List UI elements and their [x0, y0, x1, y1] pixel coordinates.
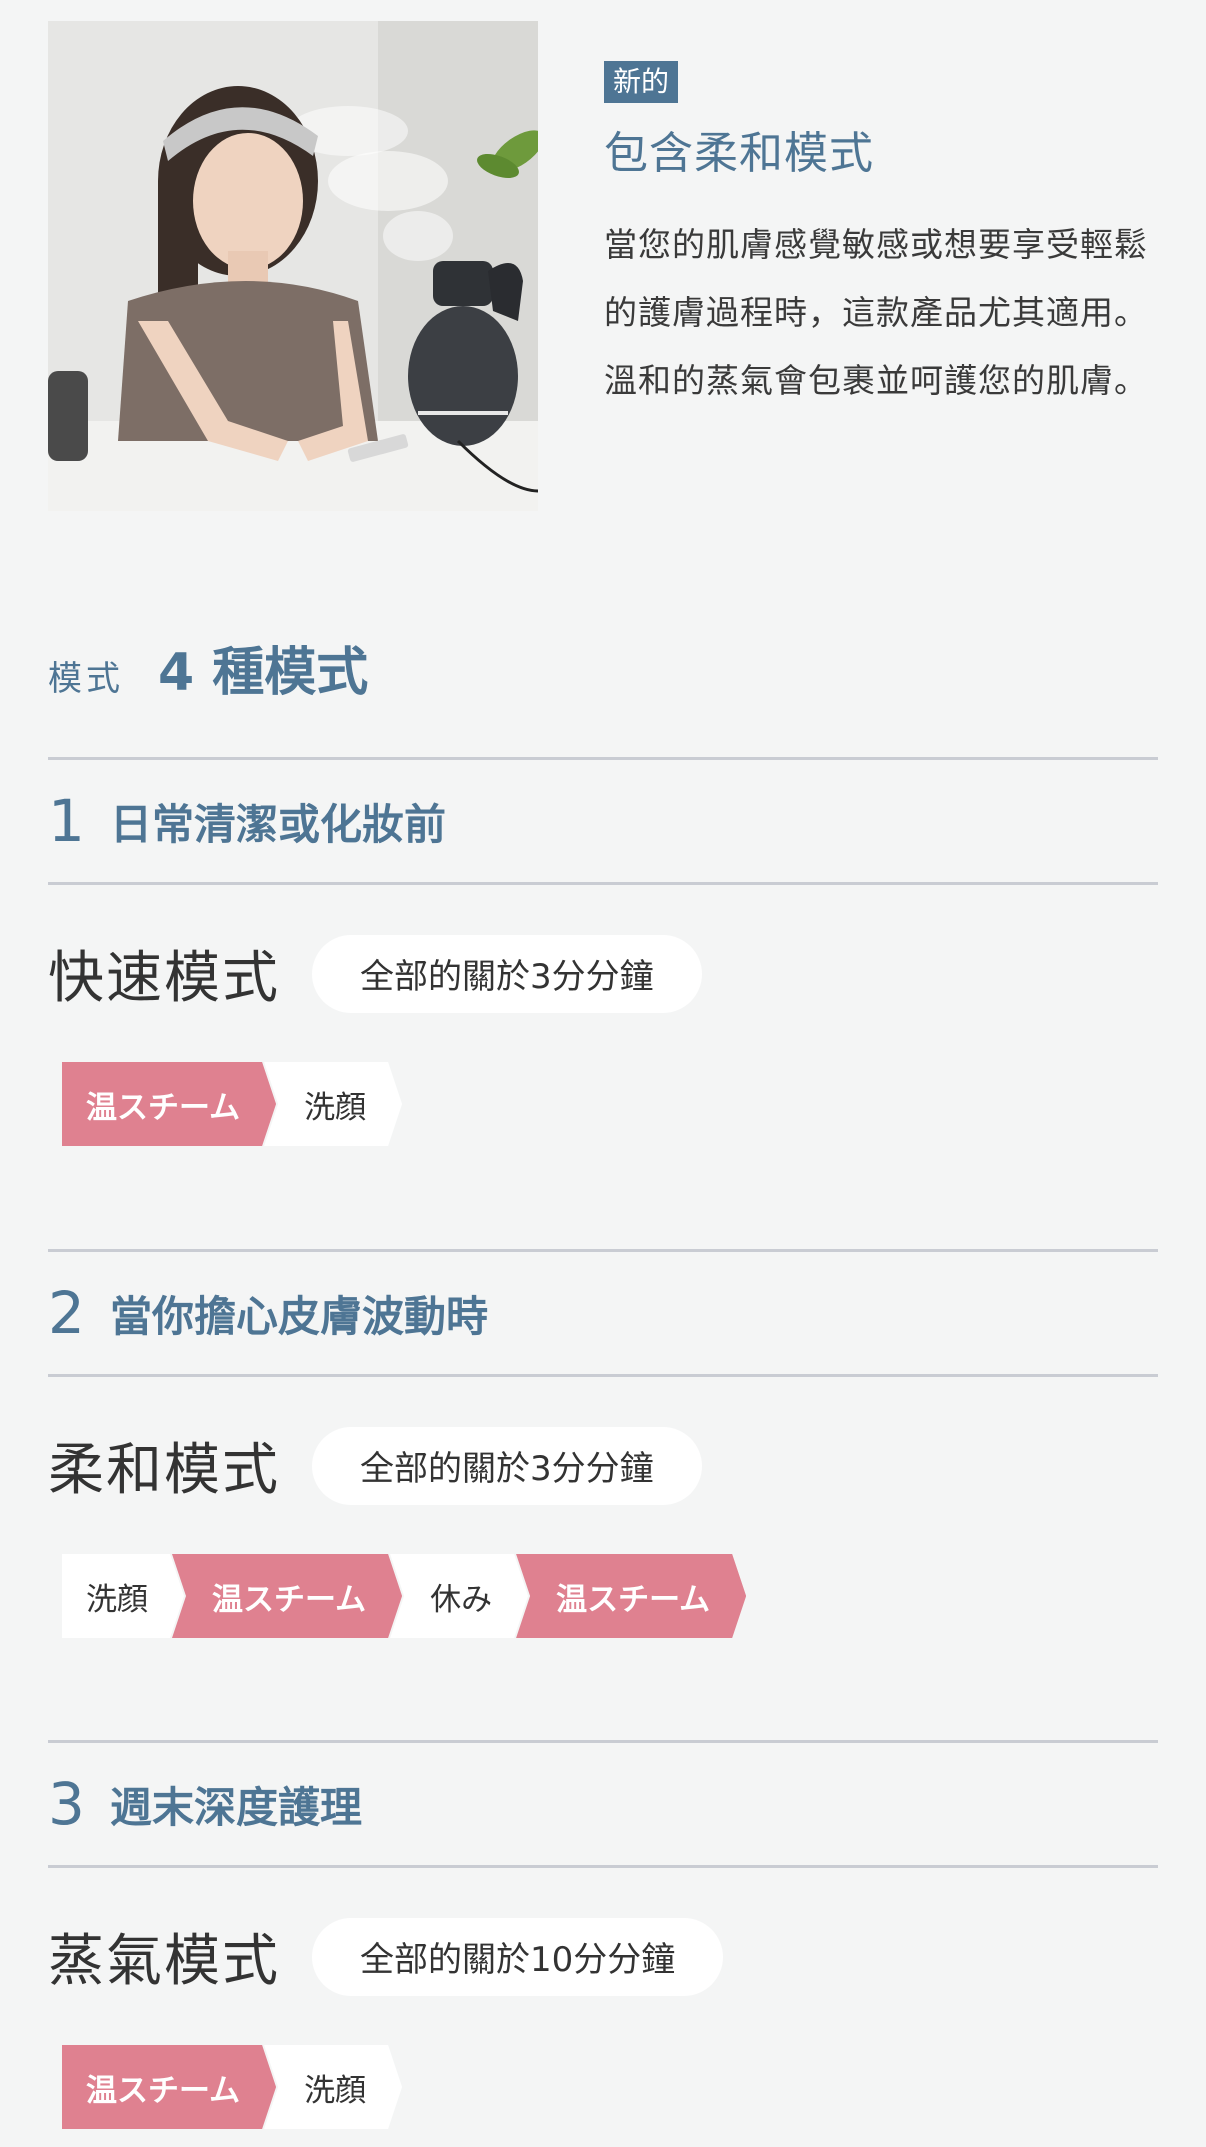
step-face-wash: 洗顔 — [264, 1062, 402, 1146]
woman-with-steamer-illustration — [48, 21, 538, 511]
mode-name: 蒸氣模式 — [48, 1929, 280, 1994]
mode-section-2: 2 當你擔心皮膚波動時 柔和模式 全部的關於3分分鐘 洗顔 温スチーム 休み 温… — [48, 1249, 1158, 1638]
section-title: 週末深度護理 — [110, 1782, 363, 1832]
intro-title: 包含柔和模式 — [604, 128, 874, 179]
mode-section-3: 3 週末深度護理 蒸氣模式 全部的關於10分分鐘 温スチーム 洗顔 — [48, 1740, 1158, 2129]
step-warm-steam: 温スチーム — [62, 2045, 276, 2129]
intro-text: 新的 包含柔和模式 當您的肌膚感覺敏感或想要享受輕鬆的護膚過程時，這款產品尤其適… — [604, 61, 1164, 415]
product-photo — [48, 21, 538, 511]
mode-section-1: 1 日常清潔或化妝前 快速模式 全部的關於3分分鐘 温スチーム 洗顔 — [48, 757, 1158, 1146]
mode-row: 快速模式 全部的關於3分分鐘 — [48, 933, 1158, 1014]
intro-description: 當您的肌膚感覺敏感或想要享受輕鬆的護膚過程時，這款產品尤其適用。溫和的蒸氣會包裹… — [604, 225, 1148, 400]
duration-pill: 全部的關於10分分鐘 — [312, 1917, 724, 1996]
new-badge: 新的 — [604, 61, 679, 103]
section-number: 1 — [48, 787, 85, 855]
step-rest: 休み — [390, 1554, 528, 1638]
step-face-wash: 洗顔 — [62, 1554, 184, 1638]
step-flow: 洗顔 温スチーム 休み 温スチーム — [62, 1554, 1158, 1638]
section-number: 3 — [48, 1770, 85, 1838]
section-number: 2 — [48, 1279, 85, 1347]
mode-name: 柔和模式 — [48, 1438, 280, 1503]
step-warm-steam: 温スチーム — [62, 1062, 276, 1146]
section-title: 日常清潔或化妝前 — [110, 799, 447, 849]
duration-pill: 全部的關於3分分鐘 — [312, 1426, 702, 1505]
mode-name: 快速模式 — [48, 946, 280, 1011]
mode-row: 蒸氣模式 全部的關於10分分鐘 — [48, 1916, 1158, 1997]
section-header: 1 日常清潔或化妝前 — [48, 757, 1158, 885]
modes-label: 模式 — [48, 659, 124, 699]
step-warm-steam: 温スチーム — [516, 1554, 746, 1638]
section-header: 3 週末深度護理 — [48, 1740, 1158, 1868]
duration-pill: 全部的關於3分分鐘 — [312, 934, 702, 1013]
section-title: 當你擔心皮膚波動時 — [110, 1291, 489, 1341]
step-warm-steam: 温スチーム — [172, 1554, 402, 1638]
step-flow: 温スチーム 洗顔 — [62, 2045, 1158, 2129]
section-header: 2 當你擔心皮膚波動時 — [48, 1249, 1158, 1377]
intro-section: 新的 包含柔和模式 當您的肌膚感覺敏感或想要享受輕鬆的護膚過程時，這款產品尤其適… — [48, 21, 1158, 511]
mode-row: 柔和模式 全部的關於3分分鐘 — [48, 1425, 1158, 1506]
step-face-wash: 洗顔 — [264, 2045, 402, 2129]
modes-heading: 模式 4 種模式 — [48, 630, 368, 705]
modes-title: 4 種模式 — [158, 643, 369, 703]
step-flow: 温スチーム 洗顔 — [62, 1062, 1158, 1146]
